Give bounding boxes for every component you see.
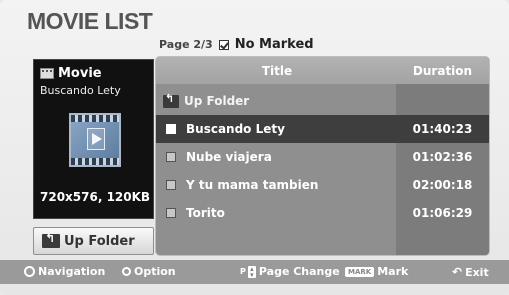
item-checkbox[interactable]: [166, 208, 176, 218]
option-hint[interactable]: Option: [122, 265, 176, 278]
video-thumbnail: [69, 113, 121, 167]
marked-status: No Marked: [234, 37, 314, 52]
list-item[interactable]: Torito 01:06:29: [156, 199, 489, 227]
item-duration: 02:00:18: [412, 178, 473, 192]
option-icon: [122, 267, 131, 276]
up-folder-button-label: Up Folder: [64, 233, 135, 249]
preview-name: Buscando Lety: [40, 84, 121, 97]
key-guide-bar: Navigation Option P ▴ ▾ Page Change MARK …: [0, 260, 509, 284]
preview-type: Movie: [40, 66, 102, 81]
navigation-icon: [24, 266, 35, 277]
checkbox-icon: [218, 39, 229, 50]
list-up-folder-label: Up Folder: [184, 94, 250, 108]
preview-resolution: 720x576, 120KB: [40, 190, 151, 204]
item-title: Torito: [186, 206, 225, 220]
page-indicator: Page 2/3: [159, 38, 213, 51]
item-duration: 01:06:29: [412, 206, 473, 220]
page-updown-icon: ▴ ▾: [247, 265, 256, 278]
item-title: Y tu mama tambien: [186, 178, 319, 192]
header-duration: Duration: [412, 64, 473, 78]
list-up-folder[interactable]: Up Folder: [156, 87, 489, 115]
screen-title: MOVIE LIST: [27, 8, 153, 34]
list-item[interactable]: Y tu mama tambien 02:00:18: [156, 171, 489, 199]
item-checkbox[interactable]: [166, 124, 176, 134]
page-key-icon: P ▴ ▾: [240, 265, 256, 278]
mark-label: Mark: [377, 265, 409, 278]
preview-panel: Movie Buscando Lety 720x576, 120KB: [33, 59, 154, 219]
play-icon: [87, 128, 105, 150]
movie-list-screen: MOVIE LIST Page 2/3 No Marked Movie Busc…: [0, 0, 509, 295]
film-strip-top: [71, 115, 119, 122]
page-change-hint[interactable]: P ▴ ▾ Page Change: [240, 265, 340, 278]
page-info: Page 2/3 No Marked: [159, 37, 314, 52]
item-duration: 01:40:23: [412, 122, 473, 136]
navigation-label: Navigation: [38, 265, 106, 278]
preview-type-label: Movie: [58, 66, 102, 81]
up-folder-button[interactable]: Up Folder: [33, 227, 154, 255]
navigation-hint: Navigation: [24, 265, 105, 278]
exit-icon: ↶: [452, 265, 463, 279]
item-checkbox[interactable]: [166, 152, 176, 162]
list-header: Title Duration: [156, 57, 489, 84]
option-label: Option: [134, 265, 176, 278]
movie-icon: [40, 68, 54, 79]
item-title: Nube viajera: [186, 150, 272, 164]
mark-hint[interactable]: MARK Mark: [345, 265, 408, 278]
exit-label: Exit: [465, 265, 489, 279]
up-folder-icon: [42, 231, 60, 248]
list-item[interactable]: Nube viajera 01:02:36: [156, 143, 489, 171]
item-duration: 01:02:36: [412, 150, 473, 164]
exit-hint[interactable]: ↶ Exit: [452, 265, 489, 279]
mark-key-icon: MARK: [345, 266, 375, 277]
file-list-panel: Title Duration Up Folder Buscando Lety 0…: [155, 56, 490, 256]
header-title: Title: [261, 64, 293, 78]
page-change-label: Page Change: [258, 265, 340, 278]
item-title: Buscando Lety: [186, 122, 285, 136]
film-strip-bottom: [71, 158, 119, 165]
page-key-label: P: [240, 267, 246, 276]
up-folder-icon: [163, 92, 179, 108]
item-checkbox[interactable]: [166, 180, 176, 190]
list-item[interactable]: Buscando Lety 01:40:23: [156, 115, 489, 143]
